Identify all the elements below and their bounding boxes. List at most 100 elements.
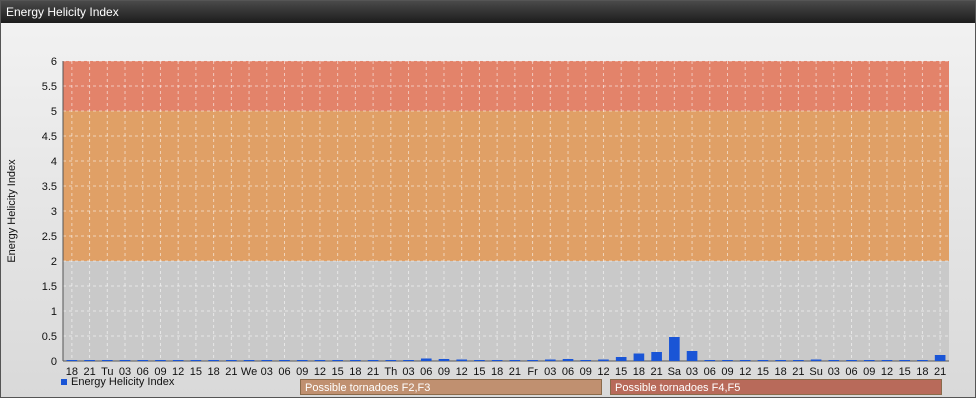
- bar: [385, 360, 397, 361]
- x-tick-label: Sa: [668, 366, 682, 378]
- x-tick-label: 18: [916, 366, 928, 378]
- x-tick-label: 06: [278, 366, 290, 378]
- bar: [580, 360, 592, 361]
- x-tick-label: 06: [562, 366, 574, 378]
- x-tick-label: 15: [473, 366, 485, 378]
- bar: [119, 360, 131, 361]
- bar: [66, 360, 78, 361]
- x-tick-label: 15: [899, 366, 911, 378]
- y-tick-label: 1: [51, 306, 57, 318]
- window-title: Energy Helicity Index: [1, 1, 975, 23]
- bar: [350, 360, 361, 361]
- bar: [917, 360, 928, 361]
- bar: [208, 360, 219, 361]
- bar: [669, 337, 680, 361]
- x-tick-label: Th: [384, 366, 397, 378]
- bar: [332, 360, 343, 361]
- chart-svg: 00.511.522.533.544.555.5618 21 Tu 03 06 09 12 1…: [6, 56, 949, 378]
- y-tick-label: 6: [51, 56, 57, 68]
- x-tick-label: Fr: [527, 366, 538, 378]
- bar: [934, 355, 946, 361]
- bar: [84, 360, 95, 361]
- bar: [846, 360, 857, 361]
- y-tick-label: 0.5: [42, 331, 57, 343]
- bar: [544, 359, 556, 361]
- bar: [527, 360, 538, 361]
- y-tick-label: 5: [51, 106, 57, 118]
- bar: [757, 360, 769, 361]
- bar: [296, 360, 308, 361]
- x-tick-label: 21: [509, 366, 521, 378]
- bar: [226, 360, 237, 361]
- x-tick-label: 03: [544, 366, 556, 378]
- x-tick-label: 03: [828, 366, 840, 378]
- y-tick-label: 2: [51, 256, 57, 268]
- x-tick-label: 18: [207, 366, 219, 378]
- x-tick-label: 12: [881, 366, 893, 378]
- y-tick-label: 2.5: [42, 231, 57, 243]
- x-tick-label: 21: [225, 366, 237, 378]
- chart-area: 0 0.5 1 1.5 2 2.5 3 3.5 4 4.5 5 5.5 6 18 21 Tu 03 06 09 12 1…: [1, 23, 977, 399]
- bar: [793, 360, 804, 361]
- bar: [509, 360, 521, 361]
- x-tick-label: 09: [863, 366, 875, 378]
- y-tick-label: 4.5: [42, 131, 57, 143]
- x-tick-label: 15: [757, 366, 769, 378]
- x-tick-label: 06: [704, 366, 716, 378]
- bar: [438, 359, 450, 361]
- bar: [615, 357, 627, 361]
- bar: [775, 360, 786, 361]
- zone-label-f4-f5: Possible tornadoes F4,F5: [610, 379, 942, 395]
- x-tick-label: 21: [792, 366, 804, 378]
- bar: [261, 360, 273, 361]
- legend-swatch: [61, 379, 67, 385]
- bar: [172, 360, 184, 361]
- bar: [739, 360, 751, 361]
- x-tick-label: 03: [402, 366, 414, 378]
- legend[interactable]: Energy Helicity Index: [61, 376, 174, 388]
- y-tick-label: 3: [51, 206, 57, 218]
- x-tick-label: 03: [686, 366, 698, 378]
- x-tick-label: 09: [296, 366, 308, 378]
- x-tick-label: 12: [739, 366, 751, 378]
- zone-label-f2-f3: Possible tornadoes F2,F3: [300, 379, 602, 395]
- x-tick-label: 18: [633, 366, 645, 378]
- x-tick-label: 21: [367, 366, 379, 378]
- x-tick-label: 06: [845, 366, 857, 378]
- bar: [863, 360, 875, 361]
- y-axis-label: Energy Helicity Index: [6, 159, 18, 263]
- x-tick-label: 12: [314, 366, 326, 378]
- bar: [633, 353, 645, 361]
- x-tick-label: 03: [261, 366, 273, 378]
- bar: [686, 351, 698, 361]
- x-tick-label: 09: [438, 366, 450, 378]
- x-tick-label: 18: [349, 366, 361, 378]
- legend-label: Energy Helicity Index: [71, 376, 175, 388]
- bar: [367, 360, 379, 361]
- bar: [491, 360, 503, 361]
- x-tick-label: 18: [491, 366, 503, 378]
- bar: [810, 359, 822, 361]
- x-tick-label: 18: [775, 366, 787, 378]
- bar: [474, 360, 485, 361]
- bar: [190, 360, 202, 361]
- x-tick-label: 21: [650, 366, 662, 378]
- y-tick-label: 4: [51, 156, 57, 168]
- x-tick-label: Su: [809, 366, 822, 378]
- x-tick-label: 06: [420, 366, 432, 378]
- x-tick-label: 12: [456, 366, 468, 378]
- x-tick-label: 12: [597, 366, 609, 378]
- bar: [314, 360, 326, 361]
- bar: [279, 360, 290, 361]
- bar: [243, 360, 255, 361]
- bar: [651, 352, 662, 361]
- x-tick-label: 21: [934, 366, 946, 378]
- y-tick-label: 5.5: [42, 81, 57, 93]
- x-tick-label: 15: [190, 366, 202, 378]
- chart-widget: Energy Helicity Index 0 0.5 1 1.5 2 2.5 3 3.5 4 4…: [0, 0, 976, 398]
- bar: [828, 360, 840, 361]
- bar: [420, 358, 432, 361]
- bar: [101, 360, 113, 361]
- x-tick-label: 15: [332, 366, 344, 378]
- bar: [137, 360, 149, 361]
